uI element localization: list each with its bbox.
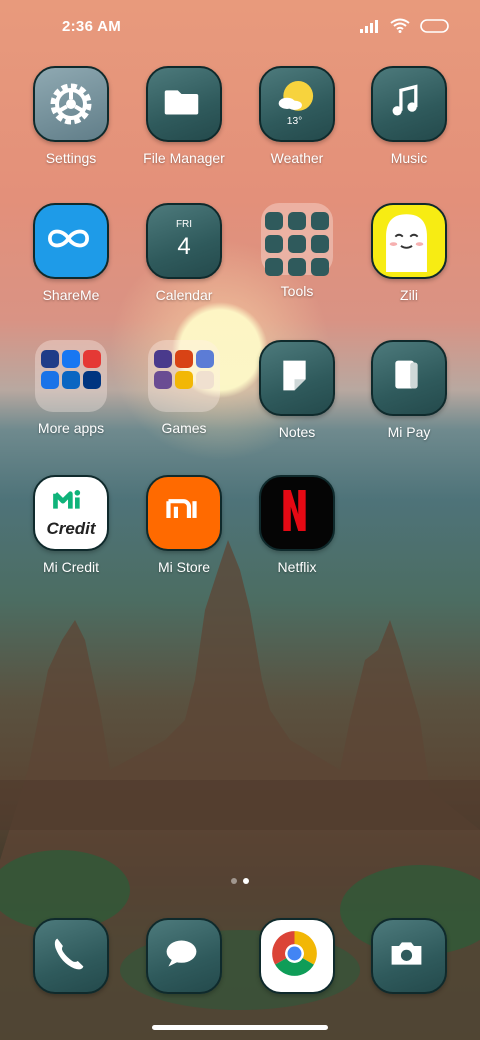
app-mi-credit[interactable]: Credit Mi Credit <box>16 475 126 575</box>
app-label: Netflix <box>277 559 317 575</box>
app-music[interactable]: Music <box>354 66 464 166</box>
dock-camera[interactable] <box>354 918 464 994</box>
app-mi-store[interactable]: Mi Store <box>129 475 239 575</box>
page-dot <box>231 878 237 884</box>
app-label: Settings <box>45 150 97 166</box>
wifi-icon <box>390 18 410 33</box>
app-weather[interactable]: 13° Weather <box>242 66 352 166</box>
settings-icon <box>33 66 109 142</box>
folder-tools[interactable]: Tools <box>242 203 352 299</box>
folder-games[interactable]: Games <box>129 340 239 436</box>
mi-credit-logo-icon: Credit <box>33 475 109 551</box>
netflix-logo-icon <box>259 475 335 551</box>
page-dot-active <box>243 878 249 884</box>
app-label: Tools <box>280 283 314 299</box>
chrome-icon <box>259 918 335 994</box>
app-label: Zili <box>400 287 418 303</box>
shareme-infinity-icon <box>33 203 109 279</box>
music-note-icon <box>371 66 447 142</box>
folder-icon <box>146 66 222 142</box>
signal-icon <box>360 19 380 33</box>
weather-icon: 13° <box>259 66 335 142</box>
app-netflix[interactable]: Netflix <box>242 475 352 575</box>
dock-phone[interactable] <box>16 918 126 994</box>
status-time: 2:36 AM <box>62 18 122 35</box>
app-label: ShareMe <box>42 287 100 303</box>
more-apps-folder-icon <box>35 340 107 412</box>
notes-icon <box>259 340 335 416</box>
tools-folder-icon <box>261 203 333 276</box>
message-bubble-icon <box>146 918 222 994</box>
page-indicator <box>0 878 480 884</box>
folder-more-apps[interactable]: More apps <box>16 340 126 436</box>
app-label: More apps <box>37 420 105 436</box>
app-mi-pay[interactable]: Mi Pay <box>354 340 464 440</box>
app-calendar[interactable]: FRI 4 Calendar <box>129 203 239 303</box>
app-zili[interactable]: Zili <box>354 203 464 303</box>
dock-messages[interactable] <box>129 918 239 994</box>
app-label: Games <box>161 420 207 436</box>
app-label: Music <box>390 150 428 166</box>
app-label: Notes <box>278 424 316 440</box>
app-label: Calendar <box>155 287 213 303</box>
status-bar: 2:36 AM <box>0 0 480 54</box>
calendar-day: FRI <box>175 219 193 230</box>
weather-temp: 13° <box>287 116 302 127</box>
app-label: Weather <box>270 150 324 166</box>
app-notes[interactable]: Notes <box>242 340 352 440</box>
zili-face-icon <box>371 203 447 279</box>
app-label: Mi Pay <box>387 424 431 440</box>
app-shareme[interactable]: ShareMe <box>16 203 126 303</box>
app-label: File Manager <box>143 150 225 166</box>
battery-icon <box>420 18 450 33</box>
games-folder-icon <box>148 340 220 412</box>
app-label: Mi Credit <box>42 559 99 575</box>
calendar-icon: FRI 4 <box>146 203 222 279</box>
mi-pay-card-icon <box>371 340 447 416</box>
status-icons <box>360 18 450 33</box>
mi-credit-logo-text: Credit <box>46 519 96 538</box>
app-settings[interactable]: Settings <box>16 66 126 166</box>
camera-icon <box>371 918 447 994</box>
mi-logo-icon <box>146 475 222 551</box>
app-file-manager[interactable]: File Manager <box>129 66 239 166</box>
dock-chrome[interactable] <box>242 918 352 994</box>
app-label: Mi Store <box>157 559 211 575</box>
home-indicator-bar[interactable] <box>152 1025 328 1030</box>
calendar-date: 4 <box>177 233 191 260</box>
phone-icon <box>33 918 109 994</box>
